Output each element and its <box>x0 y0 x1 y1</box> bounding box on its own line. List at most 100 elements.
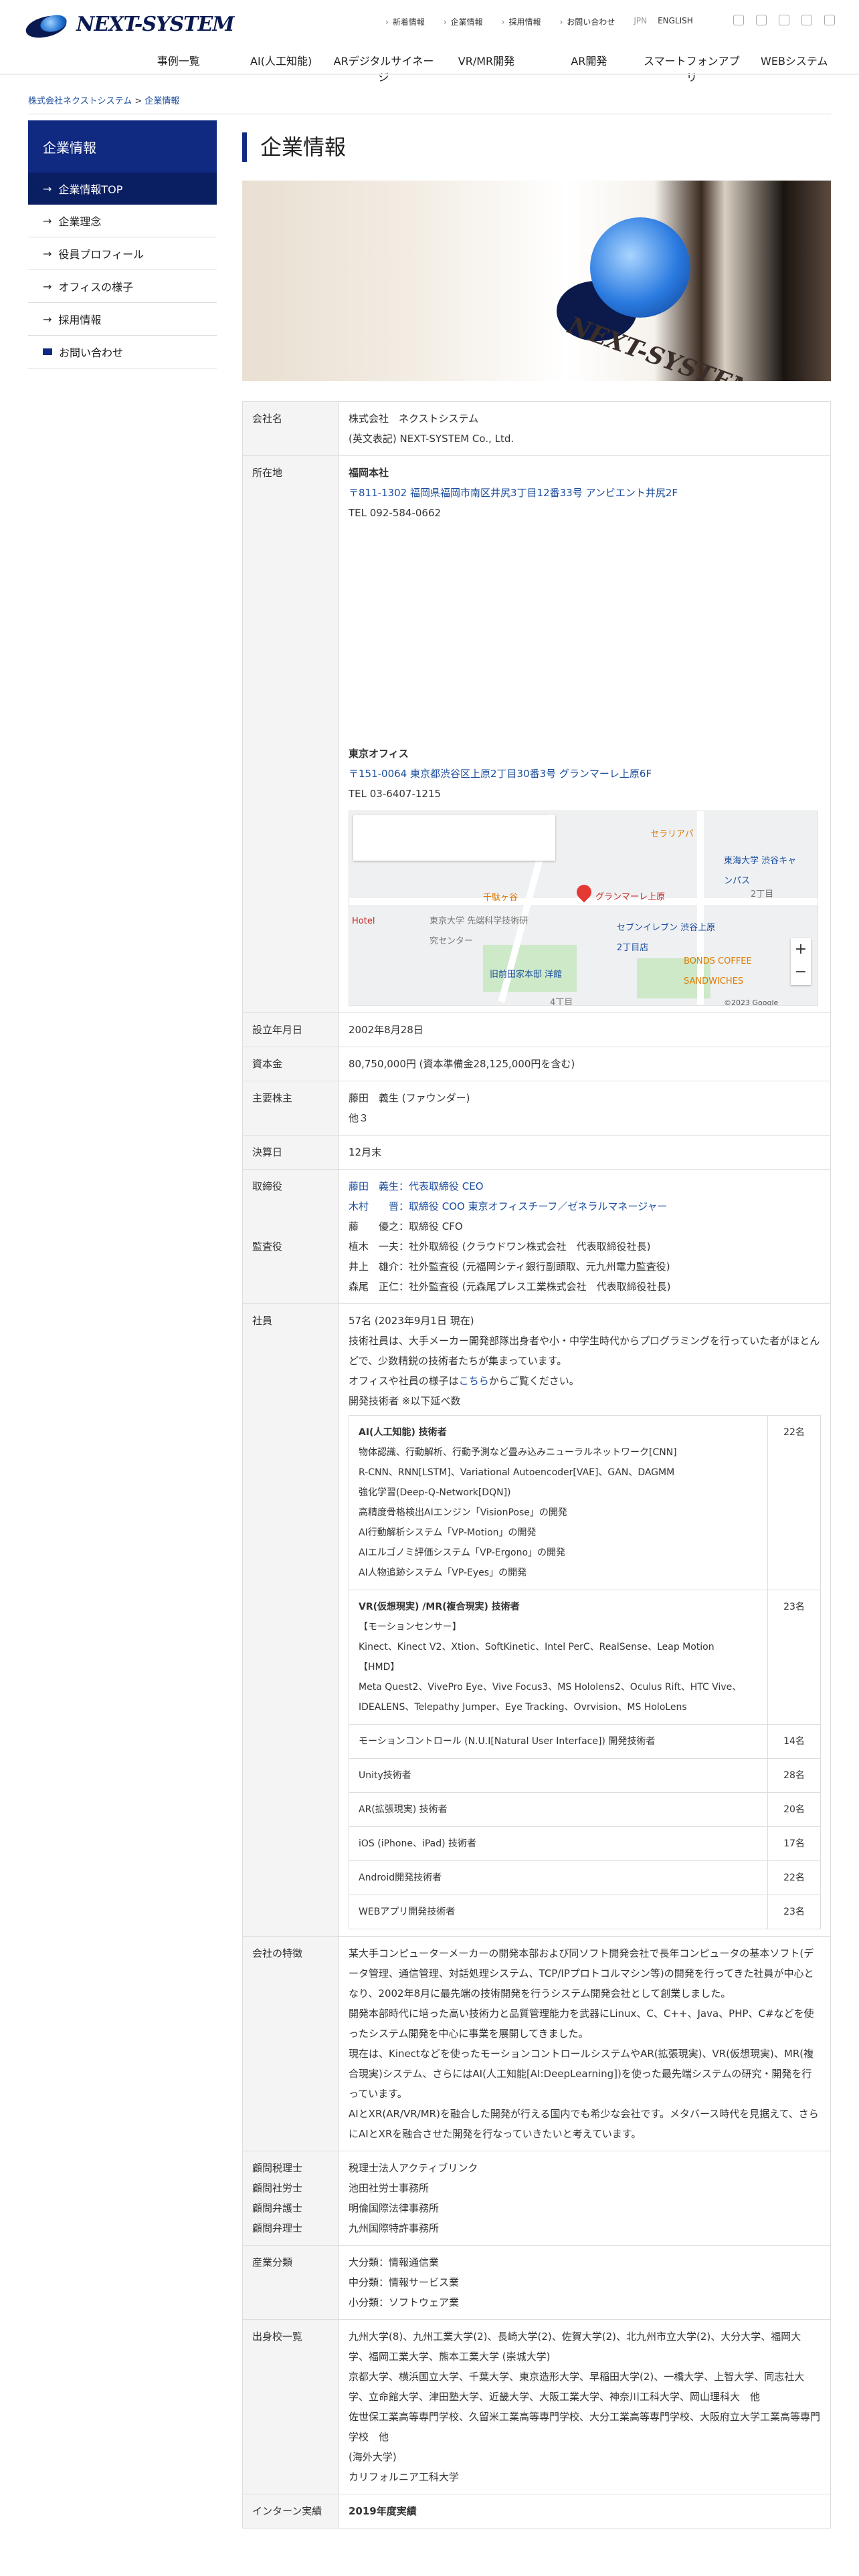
row-value: 九州大学(8)、九州工業大学(2)、長崎大学(2)、佐賀大学(2)、北九州市立大… <box>339 2319 831 2494</box>
row-value: 大分類：情報通信業 中分類：情報サービス業 小分類：ソフトウェア業 <box>339 2245 831 2320</box>
officer: 井上 雄介：社外監査役 (元福岡シティ銀行副頭取、元九州電力監査役) <box>349 1261 670 1273</box>
engineer-line: AI人物追跡システム「VP-Eyes」の開発 <box>359 1568 527 1578</box>
map-copyright: ©2023 Google <box>724 998 779 1006</box>
twitter-icon[interactable] <box>756 15 767 25</box>
sidebar-item-contact[interactable]: お問い合わせ <box>28 336 217 368</box>
row-label: 主要株主 <box>242 1081 339 1136</box>
engineer-count: 28名 <box>767 1758 821 1793</box>
staff-count: 57名 (2023年9月1日 現在) <box>349 1315 474 1327</box>
engineer-line: 高精度骨格検出AIエンジン「VisionPose」の開発 <box>359 1507 567 1518</box>
sidebar-item-label: 企業情報TOP <box>58 183 123 196</box>
school-line: (海外大学) <box>349 2451 397 2463</box>
sidebar-item-philosophy[interactable]: → 企業理念 <box>28 205 217 237</box>
tokyo-address-link[interactable]: 〒151-0064 東京都渋谷区上原2丁目30番3号 グランマーレ上原6F <box>349 768 652 780</box>
youtube-icon[interactable] <box>779 15 789 25</box>
hero-sign-text: NEXT-SYSTEM <box>564 311 761 381</box>
fukuoka-tel: TEL 092-584-0662 <box>349 507 442 519</box>
engineer-line: R-CNN、RNN[LSTM]、Variational Autoencoder[… <box>359 1467 675 1478</box>
map-label: 4丁目 <box>550 998 573 1006</box>
line-icon[interactable] <box>824 15 835 25</box>
gnav-ar-signage[interactable]: ARデジタルサイネージ <box>332 44 435 92</box>
officer: 藤 優之：取締役 CFO <box>349 1220 463 1232</box>
hero-logo-ball <box>590 217 690 318</box>
fukuoka-address-link[interactable]: 〒811-1302 福岡県福岡市南区井尻3丁目12番33号 アンビエント井尻2F <box>349 487 678 499</box>
engineer-count: 20名 <box>767 1792 821 1827</box>
facebook-icon[interactable] <box>733 15 744 25</box>
feature-text: AIとXR(AR/VR/MR)を融合した開発が行える国内でも希少な会社です。メタ… <box>349 2108 819 2140</box>
advisor-label: 顧問税理士 <box>252 2162 303 2174</box>
engineer-table: AI(人工知能) 技術者 物体認識、行動解析、行動予測など畳み込みニューラルネッ… <box>349 1415 821 1929</box>
staff-desc: 技術社員は、大手メーカー開発部隊出身者や小・中学生時代からプログラミングを行って… <box>349 1335 820 1367</box>
row-label: 取締役 監査役 <box>242 1169 339 1304</box>
page-title: 企業情報 <box>242 132 831 162</box>
school-line: カリフォルニア工科大学 <box>349 2471 460 2483</box>
map-label: セラリアパ <box>650 829 694 839</box>
map-zoom-control[interactable]: + − <box>791 938 811 985</box>
feature-text: 開発本部時代に培った高い技術力と品質管理能力を武器にLinux、C、C++、Ja… <box>349 2008 814 2040</box>
industry: 中分類：情報サービス業 <box>349 2276 460 2288</box>
map-label: 千駄ヶ谷 <box>483 893 518 903</box>
breadcrumb-home[interactable]: 株式会社ネクストシステム <box>28 96 132 106</box>
gnav-vrmr[interactable]: VR/MR開発 <box>435 44 537 92</box>
top-link-contact[interactable]: お問い合わせ <box>559 16 615 27</box>
tokyo-tel: TEL 03-6407-1215 <box>349 788 442 800</box>
map-placeholder <box>349 523 821 744</box>
arrow-right-icon: → <box>43 280 52 293</box>
table-row: Android開発技術者 22名 <box>349 1860 821 1895</box>
gnav-smartphone[interactable]: スマートフォンアプリ <box>640 44 743 92</box>
sidebar-item-top[interactable]: → 企業情報TOP <box>28 173 217 205</box>
feature-text: 某大手コンピューターメーカーの開発本部および同ソフト開発会社で長年コンピュータの… <box>349 1947 814 2000</box>
google-map[interactable]: グランマーレ上原 セラリアパ 東海大学 渋谷キャンパス 千駄ヶ谷 セブンイレブン… <box>349 811 818 1006</box>
table-row: 産業分類 大分類：情報通信業 中分類：情報サービス業 小分類：ソフトウェア業 <box>242 2245 831 2320</box>
table-row: VR(仮想現実) /MR(複合現実) 技術者 【モーションセンサー】 Kinec… <box>349 1590 821 1725</box>
company-name-en: (英文表記) NEXT-SYSTEM Co., Ltd. <box>349 433 514 445</box>
nav-divider <box>0 74 859 75</box>
engineer-group-title: iOS (iPhone、iPad) 技術者 <box>349 1826 768 1861</box>
directors-label: 取締役 <box>252 1180 283 1192</box>
intern-year: 2019年度実績 <box>349 2505 417 2517</box>
map-info-card[interactable] <box>353 815 555 861</box>
arrow-right-icon: → <box>43 247 52 260</box>
gnav-web[interactable]: WEBシステム <box>743 44 846 92</box>
top-link-company[interactable]: 企業情報 <box>444 16 483 27</box>
row-value: 福岡本社 〒811-1302 福岡県福岡市南区井尻3丁目12番33号 アンビエン… <box>339 455 831 1013</box>
engineer-count: 22名 <box>767 1860 821 1895</box>
lang-jpn[interactable]: JPN <box>634 16 647 27</box>
engineer-count: 22名 <box>767 1415 821 1590</box>
industry: 小分類：ソフトウェア業 <box>349 2296 460 2309</box>
sidebar-item-recruit[interactable]: → 採用情報 <box>28 303 217 336</box>
top-link-recruit[interactable]: 採用情報 <box>502 16 541 27</box>
lang-english[interactable]: ENGLISH <box>658 16 693 27</box>
engineer-group-title: VR(仮想現実) /MR(複合現実) 技術者 <box>359 1602 520 1612</box>
table-row: 決算日 12月末 <box>242 1135 831 1170</box>
office-link[interactable]: こちら <box>459 1375 489 1387</box>
map-label: 東京大学 先端科学技術研究センター <box>430 916 529 946</box>
gnav-cases[interactable]: 事例一覧 <box>127 44 229 92</box>
engineer-line: Kinect、Kinect V2、Xtion、SoftKinetic、Intel… <box>359 1642 714 1652</box>
school-line: 九州大学(8)、九州工業大学(2)、長崎大学(2)、佐賀大学(2)、北九州市立大… <box>349 2331 801 2363</box>
engineer-line: 強化学習(Deep-Q-Network[DQN]) <box>359 1487 511 1498</box>
sidebar-item-office[interactable]: → オフィスの様子 <box>28 270 217 303</box>
tokyo-title: 東京オフィス <box>349 748 409 760</box>
officer-link[interactable]: 木村 晋：取締役 COO 東京オフィスチーフ／ゼネラルマネージャー <box>349 1200 667 1212</box>
sidebar-item-officers[interactable]: → 役員プロフィール <box>28 237 217 270</box>
site-logo[interactable]: NEXT-SYSTEM <box>23 9 235 42</box>
sidebar-item-label: 企業理念 <box>58 215 102 228</box>
engineer-group-title: WEBアプリ開発技術者 <box>349 1895 768 1929</box>
officer-link[interactable]: 藤田 義生：代表取締役 CEO <box>349 1180 484 1192</box>
table-row: 主要株主 藤田 義生 (ファウンダー) 他３ <box>242 1081 831 1136</box>
top-link-news[interactable]: 新着情報 <box>385 16 425 27</box>
table-row: AR(拡張現実) 技術者 20名 <box>349 1792 821 1827</box>
sidebar-item-label: 役員プロフィール <box>58 248 145 261</box>
row-label: 産業分類 <box>242 2245 339 2320</box>
engineer-line: 物体認識、行動解析、行動予測など畳み込みニューラルネットワーク[CNN] <box>359 1447 677 1458</box>
mail-icon <box>43 348 52 355</box>
engineer-group-title: AI(人工知能) 技術者 <box>359 1427 447 1438</box>
instagram-icon[interactable] <box>801 15 812 25</box>
sidebar-item-label: お問い合わせ <box>59 346 124 359</box>
auditors-label: 監査役 <box>252 1241 283 1253</box>
table-row: 出身校一覧 九州大学(8)、九州工業大学(2)、長崎大学(2)、佐賀大学(2)、… <box>242 2319 831 2494</box>
gnav-ar[interactable]: AR開発 <box>538 44 640 92</box>
gnav-ai[interactable]: AI(人工知能) <box>229 44 332 92</box>
breadcrumb-current[interactable]: 企業情報 <box>145 96 179 106</box>
